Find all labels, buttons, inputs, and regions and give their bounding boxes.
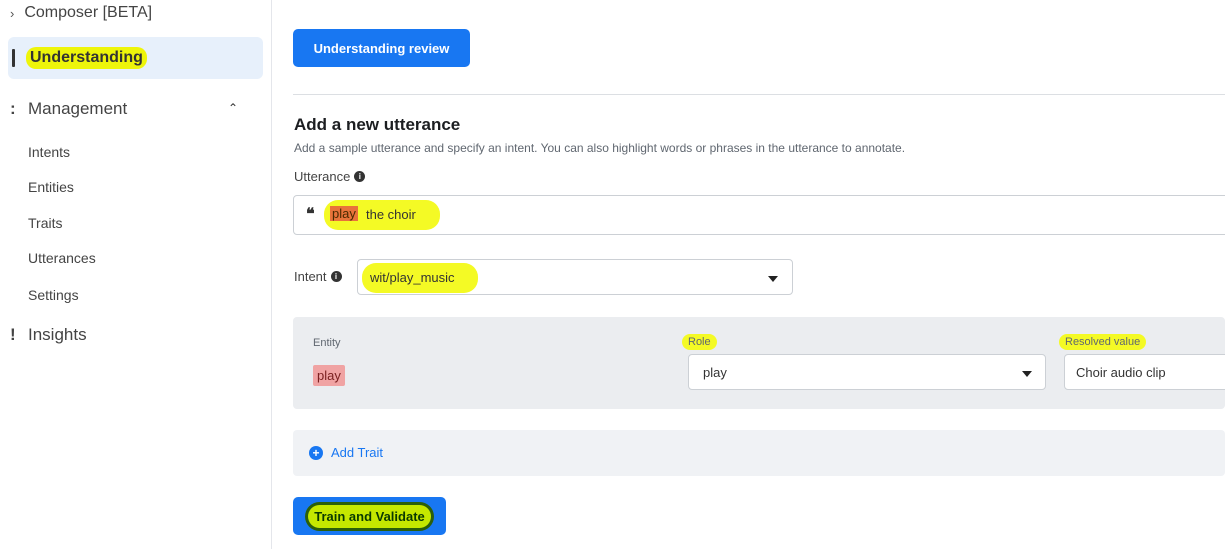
understanding-review-button[interactable]: Understanding review: [293, 29, 470, 67]
chevron-down-icon: [1022, 371, 1032, 377]
page-title: Add a new utterance: [294, 115, 461, 134]
quote-icon: ❝: [306, 206, 315, 223]
sidebar-item-intents[interactable]: Intents: [28, 144, 70, 160]
chevron-up-icon[interactable]: ⌃: [228, 101, 238, 115]
entity-column-header: Entity: [313, 337, 341, 349]
intent-select-value: wit/play_music: [370, 270, 455, 285]
add-trait-label: Add Trait: [331, 445, 384, 460]
section-icon: !: [10, 325, 16, 344]
utterance-text: the choir: [366, 207, 416, 222]
trait-panel: + Add Trait: [293, 430, 1225, 476]
sidebar-item-traits[interactable]: Traits: [28, 215, 62, 231]
sidebar-section-label: Management: [28, 99, 128, 118]
sidebar-item-label: Understanding: [26, 47, 147, 69]
resolved-value-text: Choir audio clip: [1076, 365, 1166, 380]
sidebar: › Composer [BETA] Understanding : Manage…: [0, 0, 272, 549]
info-icon[interactable]: i: [330, 271, 342, 282]
plus-circle-icon: +: [309, 445, 323, 460]
resolved-value-column-header: Resolved value: [1059, 334, 1147, 350]
active-indicator: [12, 49, 15, 67]
utterance-label-text: Utterance: [294, 169, 351, 184]
sidebar-item-settings[interactable]: Settings: [28, 287, 79, 303]
role-select[interactable]: play: [688, 354, 1046, 390]
chevron-right-icon: ›: [10, 5, 15, 21]
intent-select[interactable]: wit/play_music: [357, 259, 793, 295]
sidebar-section-insights[interactable]: ! Insights: [10, 325, 87, 345]
sidebar-item-composer[interactable]: › Composer [BETA]: [10, 4, 152, 22]
role-select-value: play: [703, 365, 727, 380]
utterance-entity-token[interactable]: play: [330, 206, 358, 221]
intent-label-text: Intent: [294, 269, 327, 284]
utterance-label: Utterance i: [294, 169, 366, 184]
entity-chip[interactable]: play: [313, 365, 345, 386]
resolved-value-input[interactable]: Choir audio clip: [1064, 354, 1225, 390]
sidebar-item-understanding[interactable]: Understanding: [8, 37, 263, 79]
add-trait-button[interactable]: + Add Trait: [309, 445, 383, 460]
sidebar-section-label: Insights: [28, 325, 87, 344]
sidebar-section-management[interactable]: : Management ⌃: [10, 99, 260, 119]
train-and-validate-button[interactable]: Train and Validate: [293, 497, 446, 535]
sidebar-item-entities[interactable]: Entities: [28, 179, 74, 195]
role-column-header: Role: [682, 334, 717, 350]
train-button-label: Train and Validate: [308, 504, 431, 528]
entity-panel: Entity Role Resolved value play play Cho…: [293, 317, 1225, 409]
sidebar-item-utterances[interactable]: Utterances: [28, 250, 96, 266]
intent-label: Intent i: [294, 269, 342, 284]
chevron-down-icon: [768, 276, 778, 282]
info-icon[interactable]: i: [354, 171, 366, 182]
utterance-input[interactable]: ❝ play the choir: [293, 195, 1225, 235]
sidebar-item-label: Composer [BETA]: [24, 4, 153, 21]
divider: [293, 94, 1225, 95]
section-icon: :: [10, 99, 16, 118]
page-description: Add a sample utterance and specify an in…: [294, 141, 906, 155]
